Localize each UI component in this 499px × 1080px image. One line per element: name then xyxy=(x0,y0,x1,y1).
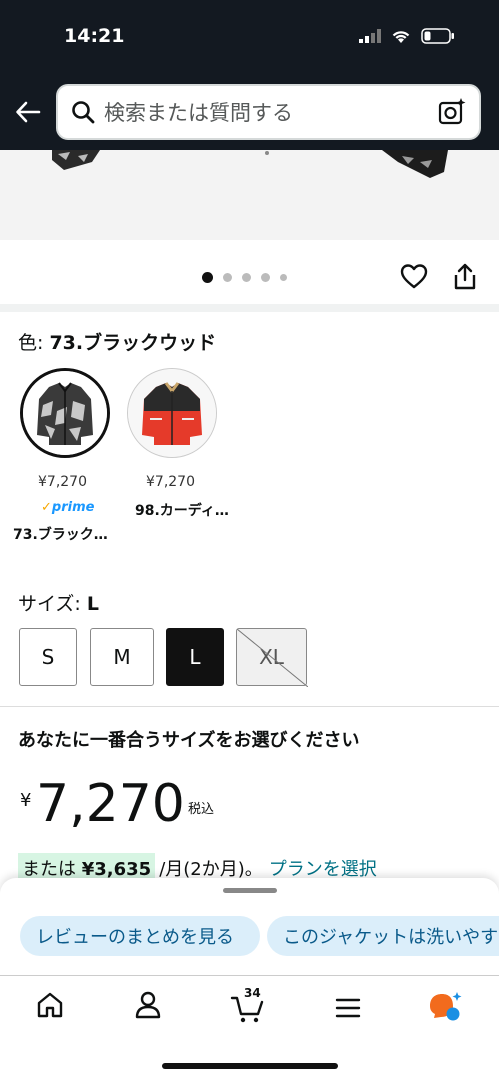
back-arrow-icon[interactable] xyxy=(14,98,42,126)
prime-check-icon: ✓ xyxy=(41,500,52,515)
size-option-s[interactable]: S xyxy=(19,628,77,686)
section-divider xyxy=(0,706,499,707)
size-fit-prompt[interactable]: あなたに一番合うサイズをお選びください xyxy=(18,726,359,752)
size-selected-value: L xyxy=(86,593,99,615)
size-option-m[interactable]: M xyxy=(90,628,154,686)
swatch-price: ¥7,270 xyxy=(38,474,87,490)
share-icon[interactable] xyxy=(452,263,478,291)
carousel-dot[interactable] xyxy=(280,274,287,281)
bottom-sheet xyxy=(0,878,499,1080)
heart-icon[interactable] xyxy=(400,263,428,291)
app-header: 14:21 検索または質問する xyxy=(0,0,499,150)
price-tax-note: 税込 xyxy=(188,802,215,817)
unavailable-strike-icon xyxy=(237,629,308,687)
menu-icon[interactable] xyxy=(334,996,362,1020)
sheet-drag-handle[interactable] xyxy=(223,888,277,893)
price-amount: 7,270 xyxy=(36,774,185,834)
jacket-black-thumbnail xyxy=(23,371,107,455)
home-indicator xyxy=(162,1063,338,1069)
account-icon[interactable] xyxy=(134,990,162,1020)
rufus-assistant-icon[interactable] xyxy=(426,990,464,1024)
size-label: サイズ: L xyxy=(18,589,99,616)
price-currency: ¥ xyxy=(20,790,32,811)
cart-count-badge: 34 xyxy=(244,986,261,1000)
swatch-name: 73.ブラック… xyxy=(13,527,108,543)
color-selected-value: 73.ブラックウッド xyxy=(49,332,217,354)
search-icon xyxy=(72,101,95,124)
installment-amount: ¥3,635 xyxy=(81,859,152,880)
carousel-dot[interactable] xyxy=(242,273,251,282)
swatch-name: 98.カーディ… xyxy=(135,503,229,519)
swatch-price: ¥7,270 xyxy=(146,474,195,490)
color-label-prefix: 色: xyxy=(18,332,50,354)
home-icon[interactable] xyxy=(36,990,64,1020)
nav-divider xyxy=(0,975,499,976)
carousel-dot[interactable] xyxy=(223,273,232,282)
color-swatch-black[interactable] xyxy=(20,368,110,458)
size-label-prefix: サイズ: xyxy=(18,593,87,615)
size-option-xl[interactable]: XL xyxy=(236,628,308,687)
jacket-red-thumbnail xyxy=(128,369,216,457)
color-swatch-red[interactable] xyxy=(127,368,217,458)
battery-icon xyxy=(421,28,454,44)
prime-label: prime xyxy=(51,500,95,515)
product-image[interactable] xyxy=(0,150,499,240)
carousel-dot[interactable] xyxy=(202,272,213,283)
suggestion-chip[interactable]: このジャケットは洗いやす xyxy=(267,916,499,956)
search-bar[interactable]: 検索または質問する xyxy=(56,84,481,140)
status-time: 14:21 xyxy=(64,25,125,47)
installment-prefix: または xyxy=(22,859,76,880)
size-option-l[interactable]: L xyxy=(166,628,224,686)
prime-badge: ✓prime xyxy=(41,500,94,515)
camera-search-icon[interactable] xyxy=(437,97,467,127)
color-label: 色: 73.ブラックウッド xyxy=(18,328,216,355)
wifi-icon xyxy=(392,30,410,43)
carousel-indicator[interactable] xyxy=(202,272,287,283)
signal-icon xyxy=(359,29,381,43)
suggestion-chip[interactable]: レビューのまとめを見る xyxy=(20,916,260,956)
carousel-dot[interactable] xyxy=(261,273,270,282)
search-placeholder: 検索または質問する xyxy=(104,101,293,125)
section-divider xyxy=(0,304,499,312)
status-icons xyxy=(359,28,455,44)
